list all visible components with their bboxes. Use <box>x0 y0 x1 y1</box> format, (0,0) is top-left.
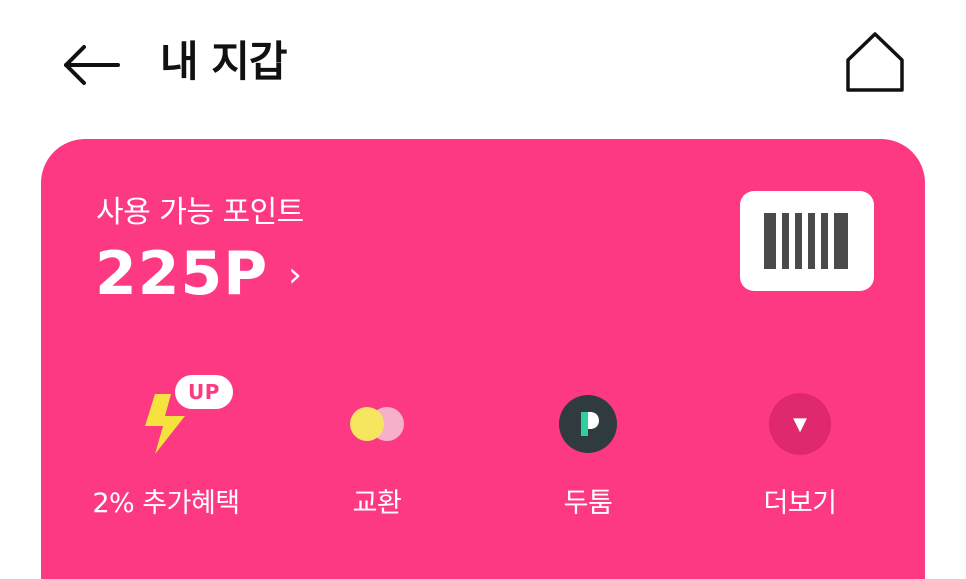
home-button[interactable] <box>840 28 910 98</box>
menu-exchange[interactable]: 교환 <box>292 375 462 525</box>
chevron-right-icon: › <box>288 255 303 295</box>
app-header: 내 지갑 <box>0 0 966 120</box>
dooteum-logo-icon <box>559 395 617 453</box>
menu-icon-wrap <box>503 389 673 459</box>
available-points-link[interactable]: 225P › <box>95 239 303 309</box>
available-points-label: 사용 가능 포인트 <box>96 195 304 230</box>
menu-label: 더보기 <box>763 488 837 519</box>
menu-icon-wrap: ▼ <box>715 389 885 459</box>
exchange-coins-icon <box>350 407 404 441</box>
page-title: 내 지갑 <box>160 37 288 86</box>
menu-more[interactable]: ▼ 더보기 <box>715 375 885 525</box>
dooteum-p-glyph <box>581 412 599 436</box>
barcode-icon <box>764 213 848 269</box>
menu-label: 2% 추가혜택 <box>92 488 240 519</box>
barcode-button[interactable] <box>740 191 874 291</box>
arrow-left-icon <box>64 45 120 85</box>
menu-icon-wrap <box>292 389 462 459</box>
dropdown-arrow-icon: ▼ <box>769 393 831 455</box>
menu-dooteum[interactable]: 두툼 <box>503 375 673 525</box>
home-icon <box>846 32 904 92</box>
up-badge: UP <box>175 375 233 409</box>
menu-extra-benefit[interactable]: UP 2% 추가혜택 <box>81 375 251 525</box>
menu-label: 두툼 <box>563 488 613 519</box>
points-value: 225P <box>95 239 269 309</box>
menu-label: 교환 <box>352 488 402 519</box>
wallet-card: 사용 가능 포인트 225P › UP 2% 추가혜택 교환 두툼 ▼ 더보기 <box>41 139 925 579</box>
back-button[interactable] <box>58 38 126 92</box>
